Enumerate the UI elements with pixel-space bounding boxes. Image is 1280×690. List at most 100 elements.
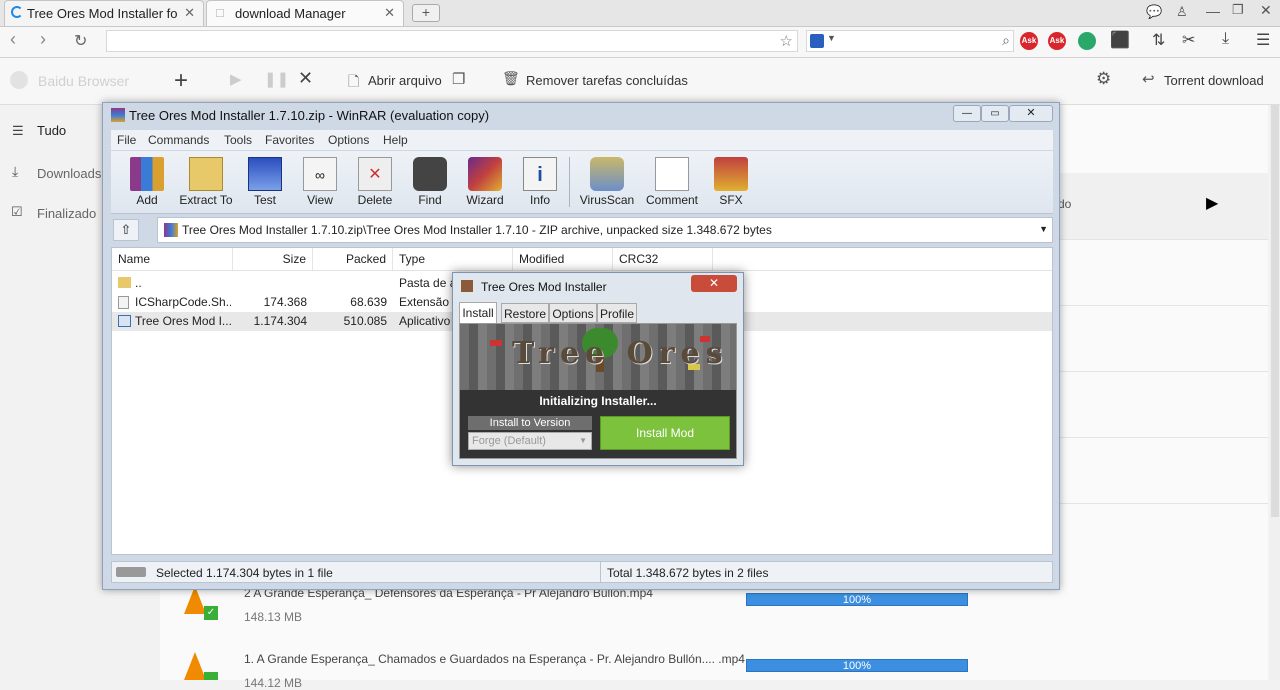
menu-commands[interactable]: Commands bbox=[148, 133, 209, 147]
menu-favorites[interactable]: Favorites bbox=[265, 133, 314, 147]
back-icon[interactable]: ‹ bbox=[10, 29, 16, 50]
tab-options[interactable]: Options bbox=[549, 303, 597, 323]
sidebar-item-label: Finalizado bbox=[37, 206, 97, 221]
torrent-download-button[interactable]: Torrent download bbox=[1164, 73, 1264, 88]
search-input[interactable]: ▼ ⌕ bbox=[806, 30, 1014, 52]
chat-icon[interactable]: 💬 bbox=[1146, 4, 1162, 20]
extract-to-button[interactable]: Extract To bbox=[175, 153, 237, 211]
winrar-toolbar: Add Extract To Test ∞ View ✕ Delete Find… bbox=[111, 151, 1053, 214]
scrollbar-thumb[interactable] bbox=[1271, 105, 1279, 517]
play-icon[interactable]: ▶ bbox=[1206, 193, 1218, 213]
restore-icon[interactable]: ❐ bbox=[1232, 2, 1244, 18]
test-button[interactable]: Test bbox=[234, 153, 296, 211]
document-icon: ☐ bbox=[215, 8, 225, 20]
column-packed[interactable]: Packed bbox=[313, 248, 393, 270]
dll-icon bbox=[118, 296, 129, 309]
reload-icon[interactable]: ↻ bbox=[74, 31, 87, 51]
close-icon[interactable]: ✕ bbox=[184, 5, 195, 21]
winrar-app-icon bbox=[111, 108, 125, 122]
version-select[interactable]: Forge (Default) ▼ bbox=[468, 432, 592, 450]
installer-title: Tree Ores Mod Installer bbox=[481, 280, 607, 294]
menu-icon[interactable]: ☰ bbox=[1256, 30, 1270, 50]
file-list-header: Name Size Packed Type Modified CRC32 bbox=[112, 248, 1052, 271]
play-icon[interactable]: ▶ bbox=[230, 70, 242, 88]
tab-profile[interactable]: Profile bbox=[597, 303, 637, 323]
path-bar[interactable]: Tree Ores Mod Installer 1.7.10.zip\Tree … bbox=[157, 217, 1053, 243]
tab-tree-ores[interactable]: Tree Ores Mod Installer for ✕ bbox=[4, 0, 204, 26]
menu-options[interactable]: Options bbox=[328, 133, 369, 147]
info-button[interactable]: i Info bbox=[509, 153, 571, 211]
status-selected: Selected 1.174.304 bytes in 1 file bbox=[156, 566, 333, 580]
view-button[interactable]: ∞ View bbox=[289, 153, 351, 211]
menu-tools[interactable]: Tools bbox=[224, 133, 252, 147]
ask-extension-icon[interactable]: Ask bbox=[1048, 32, 1066, 50]
window-title: Tree Ores Mod Installer 1.7.10.zip - Win… bbox=[129, 108, 490, 123]
add-button[interactable]: Add bbox=[116, 153, 178, 211]
menu-file[interactable]: File bbox=[117, 133, 136, 147]
download-icon[interactable]: ⤓ bbox=[1222, 30, 1229, 48]
scissors-icon[interactable]: ✂ bbox=[1182, 30, 1195, 50]
sidebar-item-downloads[interactable]: ⤓ Downloads bbox=[0, 163, 101, 199]
add-icon[interactable]: + bbox=[174, 67, 188, 95]
up-arrow-icon: ⇧ bbox=[120, 222, 132, 237]
list-item[interactable]: 1. A Grande Esperança_ Chamados e Guarda… bbox=[160, 644, 1268, 690]
sidebar-item-finalizado[interactable]: ☑ Finalizado bbox=[0, 203, 100, 239]
column-size[interactable]: Size bbox=[233, 248, 313, 270]
trash-icon: 🗑 bbox=[502, 70, 520, 86]
sfx-button[interactable]: SFX bbox=[700, 153, 762, 211]
baidu-logo: Baidu Browser bbox=[38, 73, 130, 89]
tab-restore[interactable]: Restore bbox=[501, 303, 549, 323]
comment-button[interactable]: Comment bbox=[641, 153, 703, 211]
menu-help[interactable]: Help bbox=[383, 133, 408, 147]
close-window-icon[interactable]: ✕ bbox=[1260, 2, 1272, 19]
shirt-icon[interactable]: ♙ bbox=[1176, 4, 1188, 20]
ore-decoration bbox=[490, 340, 502, 346]
column-name[interactable]: Name bbox=[112, 248, 233, 270]
camera-icon[interactable]: ⬛ bbox=[1110, 30, 1130, 50]
column-modified[interactable]: Modified bbox=[513, 248, 613, 270]
column-crc32[interactable]: CRC32 bbox=[613, 248, 713, 270]
gear-icon[interactable]: ⚙ bbox=[1096, 69, 1111, 89]
sidebar-item-tudo[interactable]: ☰ Tudo bbox=[0, 123, 100, 159]
maximize-icon[interactable]: ▭ bbox=[981, 105, 1009, 122]
virusscan-button[interactable]: VirusScan bbox=[576, 153, 638, 211]
ask-extension-icon[interactable]: Ask bbox=[1020, 32, 1038, 50]
close-icon[interactable]: ✕ bbox=[1009, 105, 1053, 122]
sync-icon[interactable]: ⇅ bbox=[1152, 30, 1165, 50]
grammar-extension-icon[interactable] bbox=[1078, 32, 1096, 50]
tab-title: Tree Ores Mod Installer for bbox=[27, 6, 177, 21]
folder-icon bbox=[118, 277, 131, 288]
check-badge-icon bbox=[204, 672, 218, 680]
column-type[interactable]: Type bbox=[393, 248, 513, 270]
open-file-button[interactable]: Abrir arquivo bbox=[368, 73, 442, 88]
installer-title-bar[interactable]: Tree Ores Mod Installer ✕ bbox=[453, 273, 743, 299]
star-icon[interactable]: ☆ bbox=[780, 32, 793, 50]
minimize-icon[interactable]: — bbox=[953, 105, 981, 122]
delete-icon: ✕ bbox=[358, 157, 392, 191]
forward-icon[interactable]: › bbox=[40, 29, 46, 50]
new-tab-button[interactable]: + bbox=[412, 4, 440, 22]
tab-download-manager[interactable]: ☐ download Manager ✕ bbox=[206, 0, 404, 26]
chevron-down-icon[interactable]: ▼ bbox=[1039, 224, 1048, 234]
close-icon[interactable]: ✕ bbox=[691, 275, 737, 292]
url-input[interactable]: ☆ bbox=[106, 30, 798, 52]
minimize-icon[interactable]: — bbox=[1206, 3, 1220, 19]
scrollbar[interactable] bbox=[1270, 105, 1280, 680]
up-folder-button[interactable]: ⇧ bbox=[113, 219, 139, 241]
tab-install[interactable]: Install bbox=[459, 302, 497, 324]
wizard-button[interactable]: Wizard bbox=[454, 153, 516, 211]
chevron-down-icon[interactable]: ▼ bbox=[827, 33, 836, 43]
close-icon[interactable]: ✕ bbox=[384, 5, 395, 21]
remove-completed-button[interactable]: Remover tarefas concluídas bbox=[526, 73, 688, 88]
search-engine-icon[interactable] bbox=[810, 34, 824, 48]
find-button[interactable]: Find bbox=[399, 153, 461, 211]
copy-icon[interactable]: ❐ bbox=[452, 70, 465, 88]
winrar-title-bar[interactable]: Tree Ores Mod Installer 1.7.10.zip - Win… bbox=[103, 103, 1059, 129]
delete-button[interactable]: ✕ Delete bbox=[344, 153, 406, 211]
list-icon: ☰ bbox=[12, 123, 24, 138]
version-label: Install to Version bbox=[468, 416, 592, 430]
install-mod-button[interactable]: Install Mod bbox=[600, 416, 730, 450]
pause-icon[interactable]: ❚❚ bbox=[264, 70, 289, 88]
close-icon[interactable]: ✕ bbox=[298, 68, 313, 89]
search-icon[interactable]: ⌕ bbox=[1002, 32, 1010, 49]
